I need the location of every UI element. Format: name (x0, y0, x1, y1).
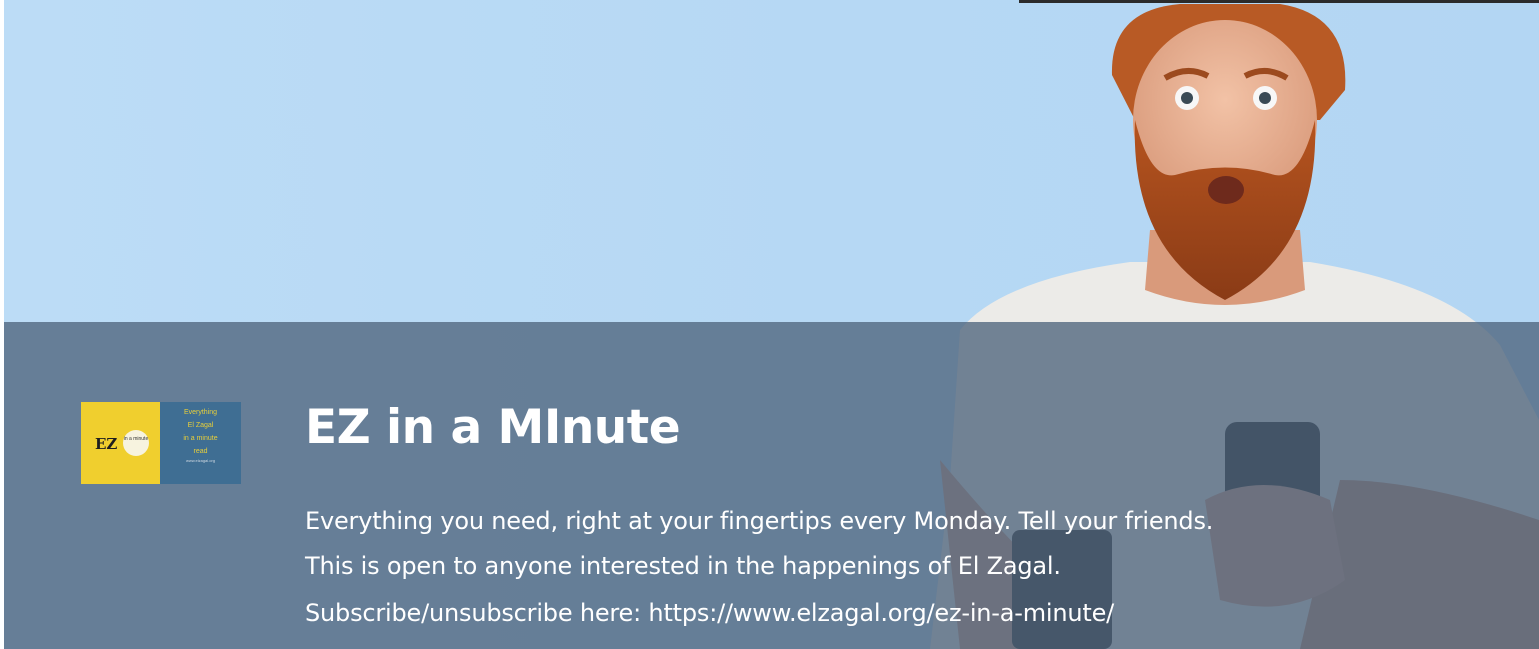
subscribe-link-line[interactable]: Subscribe/unsubscribe here: https://www.… (305, 599, 1114, 627)
left-pupil (1181, 92, 1193, 104)
page-title: EZ in a MInute (305, 400, 681, 455)
ez-logo: EZ in a minute Everything El Zagal in a … (81, 402, 241, 484)
right-pupil (1259, 92, 1271, 104)
mouth (1208, 176, 1244, 204)
logo-tagline-line: El Zagal (187, 422, 214, 429)
logo-brand: EZ (95, 435, 118, 453)
logo-blue-block: Everything El Zagal in a minute read www… (160, 402, 241, 484)
description-line-2: This is open to anyone interested in the… (305, 552, 1061, 580)
logo-yellow-block: EZ in a minute (81, 402, 160, 484)
logo-tagline-line: in a minute (183, 435, 218, 442)
logo-tagline-line: read (193, 448, 208, 455)
hero-banner: EZ in a minute Everything El Zagal in a … (0, 0, 1539, 649)
logo-badge: in a minute (123, 430, 149, 456)
logo-tagline-line: Everything (183, 409, 218, 416)
logo-fine-print: www.elzagal.org (185, 458, 216, 463)
description-line-1: Everything you need, right at your finge… (305, 507, 1214, 535)
